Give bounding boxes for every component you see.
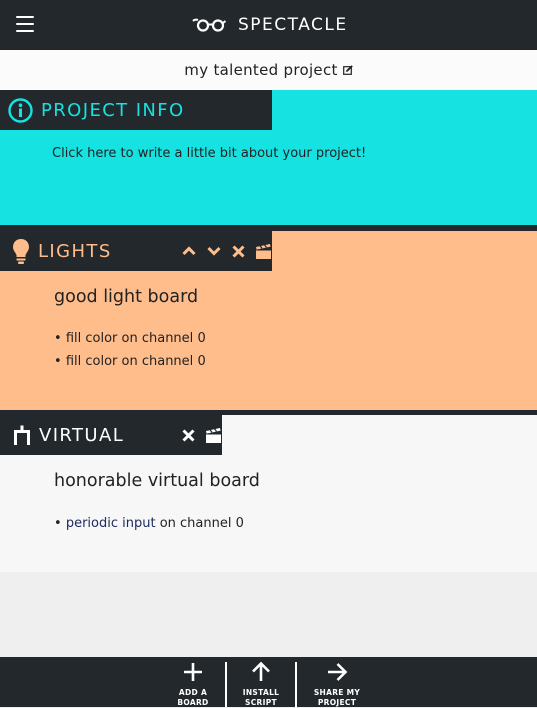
channel-label: on channel — [121, 331, 194, 346]
lights-tab: LIGHTS — [0, 231, 272, 271]
chevron-up-icon[interactable] — [176, 231, 201, 271]
hamburger-menu-icon[interactable] — [16, 16, 34, 33]
plus-icon — [184, 663, 202, 681]
channel-list: • fill color on channel 0 • fill color o… — [54, 330, 206, 376]
bullet: • — [54, 516, 62, 531]
divider — [225, 662, 227, 707]
board-name[interactable]: honorable virtual board — [54, 471, 260, 491]
share-project-button[interactable]: SHARE MY PROJECT — [304, 657, 370, 707]
board-name[interactable]: good light board — [54, 287, 198, 307]
add-board-label: ADD A BOARD — [177, 688, 209, 707]
bottom-toolbar: ADD A BOARD INSTALL SCRIPT SHARE MY PROJ… — [0, 657, 537, 707]
lights-title: LIGHTS — [38, 240, 112, 262]
project-description-prompt[interactable]: Click here to write a little bit about y… — [52, 146, 366, 161]
divider — [295, 662, 297, 707]
project-info-section: PROJECT INFO Click here to write a littl… — [0, 90, 537, 225]
spectacles-icon — [192, 18, 226, 32]
lights-actions — [176, 231, 276, 271]
channel-number: 0 — [197, 354, 206, 369]
project-title-bar: my talented project — [0, 50, 537, 90]
virtual-actions — [176, 415, 226, 455]
lights-section: good light board • fill color on channel… — [0, 225, 537, 410]
edit-icon[interactable] — [342, 65, 353, 75]
project-info-tab: PROJECT INFO — [0, 90, 272, 130]
info-icon — [8, 97, 33, 123]
install-script-button[interactable]: INSTALL SCRIPT — [228, 657, 294, 707]
virtual-tab: VIRTUAL — [0, 415, 222, 455]
channel-label: on channel — [159, 516, 232, 531]
project-info-title: PROJECT INFO — [41, 99, 185, 121]
channel-list: • periodic input on channel 0 — [54, 515, 244, 538]
list-item[interactable]: • fill color on channel 0 — [54, 353, 206, 376]
channel-number: 0 — [235, 516, 244, 531]
brand-name: SPECTACLE — [238, 15, 348, 35]
virtual-section: honorable virtual board • periodic input… — [0, 410, 537, 572]
arrow-up-icon — [252, 661, 270, 681]
channel-kind: fill color — [65, 331, 118, 346]
list-item[interactable]: • periodic input on channel 0 — [54, 515, 244, 538]
channel-label: on channel — [121, 354, 194, 369]
lightbulb-icon — [12, 238, 30, 265]
share-project-label: SHARE MY PROJECT — [313, 688, 361, 707]
brand-logo: SPECTACLE — [192, 14, 348, 36]
add-board-button[interactable]: ADD A BOARD — [160, 657, 226, 707]
top-bar: SPECTACLE — [0, 0, 537, 50]
list-item[interactable]: • fill color on channel 0 — [54, 330, 206, 353]
plug-icon — [13, 425, 31, 446]
chevron-down-icon[interactable] — [201, 231, 226, 271]
close-icon[interactable] — [176, 415, 201, 455]
bullet: • — [54, 331, 62, 346]
install-script-label: INSTALL SCRIPT — [242, 688, 280, 707]
channel-kind: periodic input — [65, 516, 156, 531]
arrow-right-icon — [328, 663, 348, 681]
project-title[interactable]: my talented project — [184, 61, 337, 79]
clapperboard-icon[interactable] — [201, 415, 226, 455]
virtual-title: VIRTUAL — [39, 424, 125, 446]
clapperboard-icon[interactable] — [251, 231, 276, 271]
channel-kind: fill color — [65, 354, 118, 369]
close-icon[interactable] — [226, 231, 251, 271]
channel-number: 0 — [197, 331, 206, 346]
bullet: • — [54, 354, 62, 369]
